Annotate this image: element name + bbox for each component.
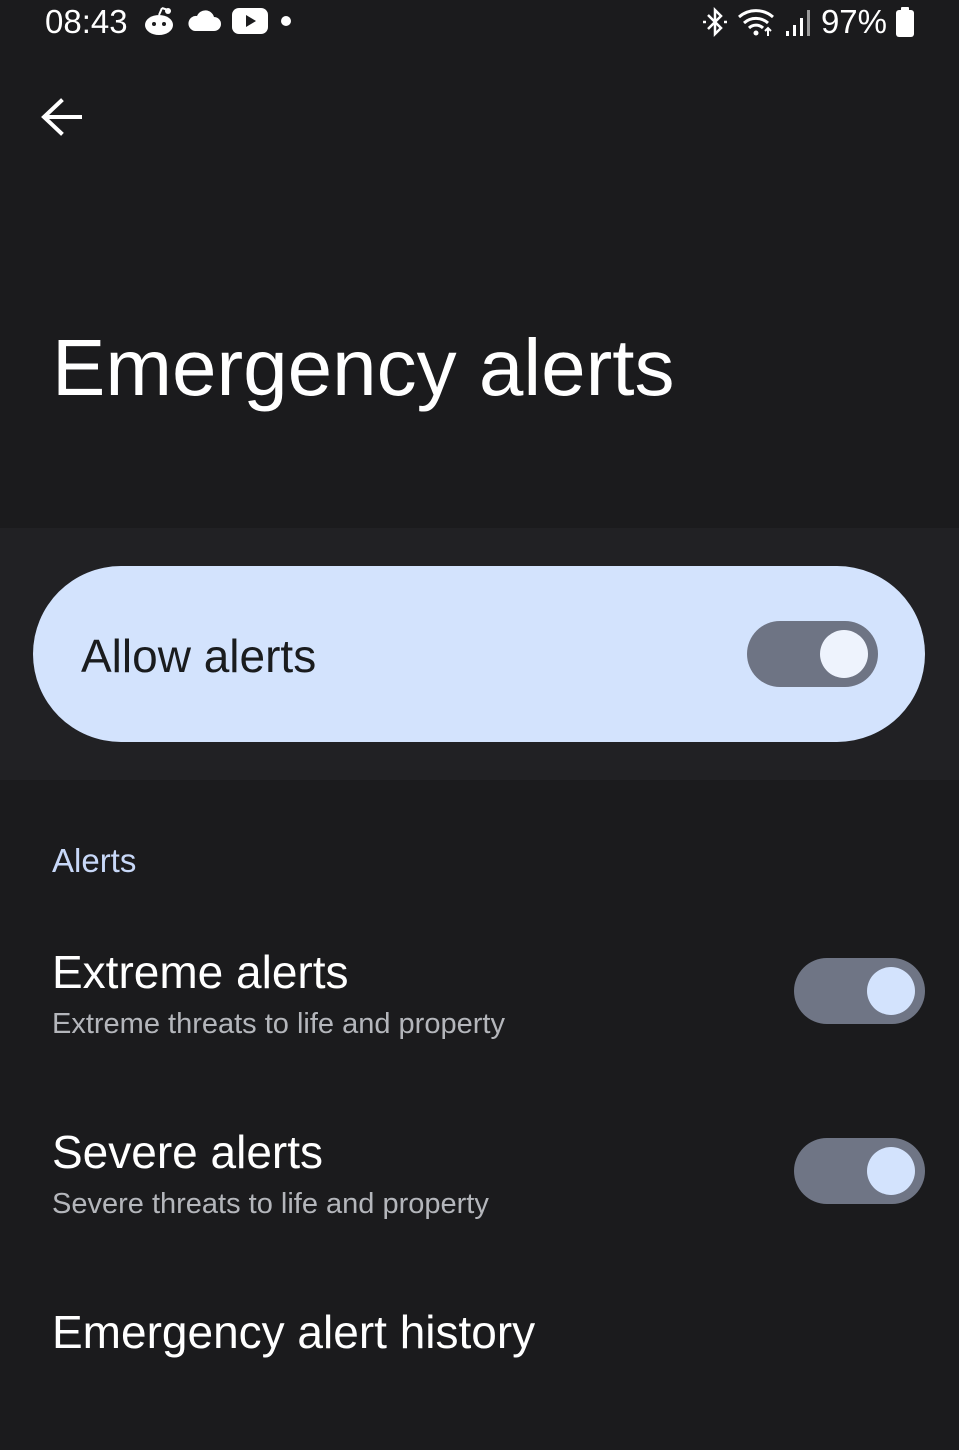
extreme-alerts-summary: Extreme threats to life and property (52, 1008, 505, 1040)
signal-icon (785, 7, 813, 37)
arrow-back-icon (40, 98, 82, 136)
allow-alerts-label: Allow alerts (81, 630, 317, 682)
page-title: Emergency alerts (52, 323, 675, 412)
cloud-icon (187, 9, 221, 33)
allow-alerts-toggle[interactable] (747, 621, 878, 687)
reddit-icon (143, 6, 177, 36)
severe-alerts-summary: Severe threats to life and property (52, 1188, 489, 1220)
battery-icon (895, 6, 915, 38)
bluetooth-icon (701, 6, 729, 38)
severe-alerts-item[interactable]: Severe alerts Severe threats to life and… (0, 1110, 959, 1240)
extreme-alerts-title: Extreme alerts (52, 946, 349, 998)
youtube-icon (231, 7, 269, 35)
battery-percentage: 97% (820, 3, 887, 40)
status-notification-icons (143, 4, 293, 38)
status-bar: 08:43 97% (0, 0, 959, 44)
status-time: 08:43 (45, 3, 128, 40)
extreme-alerts-toggle[interactable] (794, 958, 925, 1024)
toggle-thumb (820, 630, 868, 678)
back-button[interactable] (30, 88, 92, 146)
toggle-thumb (867, 967, 915, 1015)
severe-alerts-title: Severe alerts (52, 1126, 324, 1178)
emergency-alerts-screen: 08:43 97% Emergency alerts Allow alerts … (0, 0, 959, 1450)
wifi-icon (737, 6, 777, 38)
notification-dot-icon (279, 14, 293, 28)
alerts-section-header: Alerts (52, 842, 137, 879)
toggle-thumb (867, 1147, 915, 1195)
emergency-alert-history-title: Emergency alert history (52, 1306, 536, 1358)
allow-alerts-main-switch[interactable]: Allow alerts (33, 566, 925, 742)
severe-alerts-toggle[interactable] (794, 1138, 925, 1204)
status-system-icons: 97% (701, 2, 915, 42)
emergency-alert-history-item[interactable]: Emergency alert history (0, 1280, 959, 1390)
extreme-alerts-item[interactable]: Extreme alerts Extreme threats to life a… (0, 930, 959, 1060)
